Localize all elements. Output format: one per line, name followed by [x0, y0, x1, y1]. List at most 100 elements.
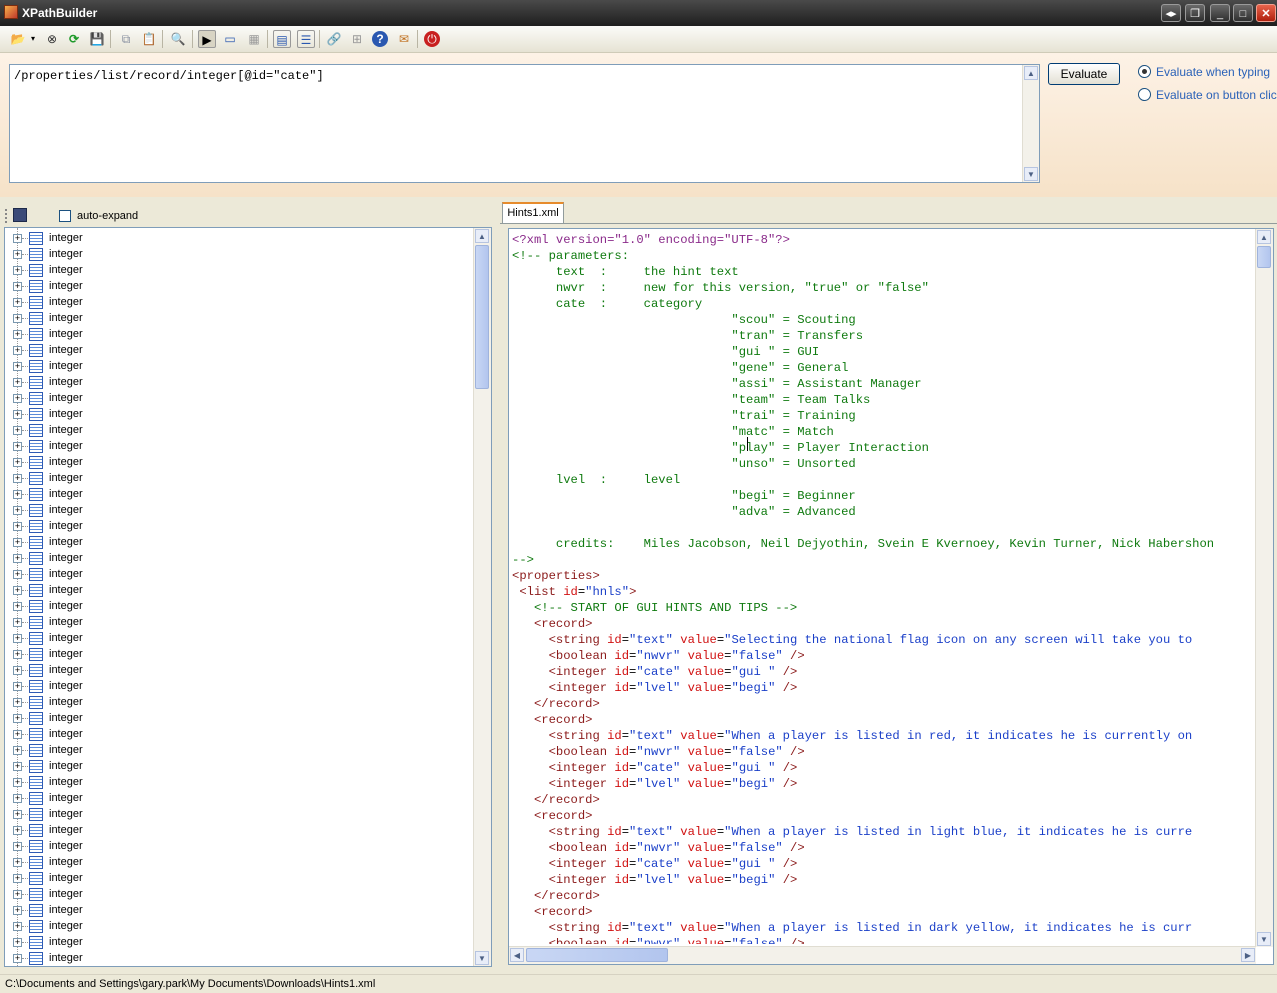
open-dropdown-icon[interactable]: ▾ [29, 30, 37, 48]
expand-icon[interactable]: + [13, 794, 22, 803]
scroll-thumb[interactable] [526, 948, 668, 962]
expand-icon[interactable]: + [13, 602, 22, 611]
expand-icon[interactable]: + [13, 714, 22, 723]
expand-icon[interactable]: + [13, 826, 22, 835]
tree-node[interactable]: + integer [5, 407, 473, 423]
expand-icon[interactable]: + [13, 538, 22, 547]
toggle-layout-button[interactable]: ◂▸ [1161, 4, 1181, 22]
save-tree-icon[interactable] [13, 208, 27, 222]
expand-icon[interactable]: + [13, 954, 22, 963]
expand-icon[interactable]: + [13, 778, 22, 787]
scroll-thumb[interactable] [475, 245, 489, 389]
tree-node[interactable]: + integer [5, 647, 473, 663]
maximize-button[interactable]: □ [1233, 4, 1253, 22]
tree-node[interactable]: + integer [5, 631, 473, 647]
expand-icon[interactable]: + [13, 442, 22, 451]
tree-node[interactable]: + integer [5, 359, 473, 375]
refresh-icon[interactable]: ⟳ [65, 30, 83, 48]
tree-scrollbar[interactable]: ▲ ▼ [473, 228, 491, 966]
tree-node[interactable]: + integer [5, 423, 473, 439]
expand-icon[interactable]: + [13, 650, 22, 659]
xpath-expression[interactable]: /properties/list/record/integer[@id="cat… [14, 69, 324, 83]
expand-icon[interactable]: + [13, 234, 22, 243]
expand-icon[interactable]: + [13, 250, 22, 259]
tree-node[interactable]: + integer [5, 439, 473, 455]
tree-node[interactable]: + integer [5, 903, 473, 919]
tree-node[interactable]: + integer [5, 775, 473, 791]
expand-icon[interactable]: + [13, 362, 22, 371]
expand-icon[interactable]: + [13, 682, 22, 691]
tab-hints1-xml[interactable]: Hints1.xml [502, 202, 564, 224]
tree-node[interactable]: + integer [5, 311, 473, 327]
tree-node[interactable]: + integer [5, 503, 473, 519]
tree-node[interactable]: + integer [5, 263, 473, 279]
tree-node[interactable]: + integer [5, 951, 473, 966]
tree-node[interactable]: + integer [5, 599, 473, 615]
close-button[interactable]: ✕ [1256, 4, 1276, 22]
tree-node[interactable]: + integer [5, 231, 473, 247]
grid-icon[interactable]: ▦ [245, 30, 263, 48]
expand-icon[interactable]: + [13, 474, 22, 483]
tree-node[interactable]: + integer [5, 455, 473, 471]
tree-node[interactable]: + integer [5, 247, 473, 263]
command-icon[interactable]: ▶ [198, 30, 216, 48]
xpath-scrollbar[interactable]: ▲ ▼ [1022, 65, 1039, 182]
scroll-thumb[interactable] [1257, 246, 1271, 268]
tree-node[interactable]: + integer [5, 727, 473, 743]
xpath-input[interactable]: /properties/list/record/integer[@id="cat… [9, 64, 1040, 183]
window-icon[interactable]: ▭ [221, 30, 239, 48]
tree-node[interactable]: + integer [5, 871, 473, 887]
tree-node[interactable]: + integer [5, 551, 473, 567]
expand-icon[interactable]: + [13, 746, 22, 755]
expand-icon[interactable]: + [13, 938, 22, 947]
tree-node[interactable]: + integer [5, 471, 473, 487]
tree-view-icon[interactable]: ▤ [273, 30, 291, 48]
paste-icon[interactable]: 📋 [140, 30, 158, 48]
scroll-down-icon[interactable]: ▼ [1257, 932, 1271, 946]
tree-node[interactable]: + integer [5, 807, 473, 823]
expand-icon[interactable]: + [13, 346, 22, 355]
restore-panel-button[interactable]: ❐ [1185, 4, 1205, 22]
scroll-right-icon[interactable]: ▶ [1241, 948, 1255, 962]
tree-node[interactable]: + integer [5, 791, 473, 807]
tree-node[interactable]: + integer [5, 535, 473, 551]
tree-node[interactable]: + integer [5, 279, 473, 295]
expand-icon[interactable]: + [13, 554, 22, 563]
expand-icon[interactable]: + [13, 490, 22, 499]
expand-icon[interactable]: + [13, 858, 22, 867]
expand-icon[interactable]: + [13, 330, 22, 339]
tree-node[interactable]: + integer [5, 583, 473, 599]
expand-icon[interactable]: + [13, 426, 22, 435]
expand-icon[interactable]: + [13, 458, 22, 467]
expand-icon[interactable]: + [13, 634, 22, 643]
result-tree[interactable]: ▲ ▼ + integer + integer + integer + integer + int… [4, 227, 492, 967]
expand-icon[interactable]: + [13, 410, 22, 419]
xml-source[interactable]: <?xml version="1.0" encoding="UTF-8"?> <!… [512, 232, 1252, 944]
expand-icon[interactable]: + [13, 394, 22, 403]
tree-node[interactable]: + integer [5, 391, 473, 407]
evaluate-click-option[interactable]: Evaluate on button click [1138, 88, 1277, 104]
expand-icon[interactable]: + [13, 586, 22, 595]
expand-icon[interactable]: + [13, 922, 22, 931]
expand-icon[interactable]: + [13, 266, 22, 275]
evaluate-button[interactable]: Evaluate [1048, 63, 1120, 85]
tree-node[interactable]: + integer [5, 743, 473, 759]
expand-icon[interactable]: + [13, 698, 22, 707]
tree-node[interactable]: + integer [5, 935, 473, 951]
xml-viewer[interactable]: <?xml version="1.0" encoding="UTF-8"?> <!… [508, 228, 1274, 965]
expand-icon[interactable]: + [13, 570, 22, 579]
tree-node[interactable]: + integer [5, 615, 473, 631]
list-view-icon[interactable]: ☰ [297, 30, 315, 48]
tree-node[interactable]: + integer [5, 567, 473, 583]
expand-icon[interactable]: + [13, 906, 22, 915]
radio-icon[interactable] [1138, 88, 1151, 101]
scroll-up-icon[interactable]: ▲ [475, 229, 489, 243]
save-icon[interactable]: 💾 [88, 30, 106, 48]
tree-node[interactable]: + integer [5, 343, 473, 359]
expand-icon[interactable]: + [13, 282, 22, 291]
network-icon[interactable]: ⊞ [348, 30, 366, 48]
tree-node[interactable]: + integer [5, 855, 473, 871]
auto-expand-checkbox[interactable] [59, 210, 71, 222]
code-horizontal-scrollbar[interactable]: ◀ ▶ [509, 946, 1256, 964]
tree-node[interactable]: + integer [5, 695, 473, 711]
